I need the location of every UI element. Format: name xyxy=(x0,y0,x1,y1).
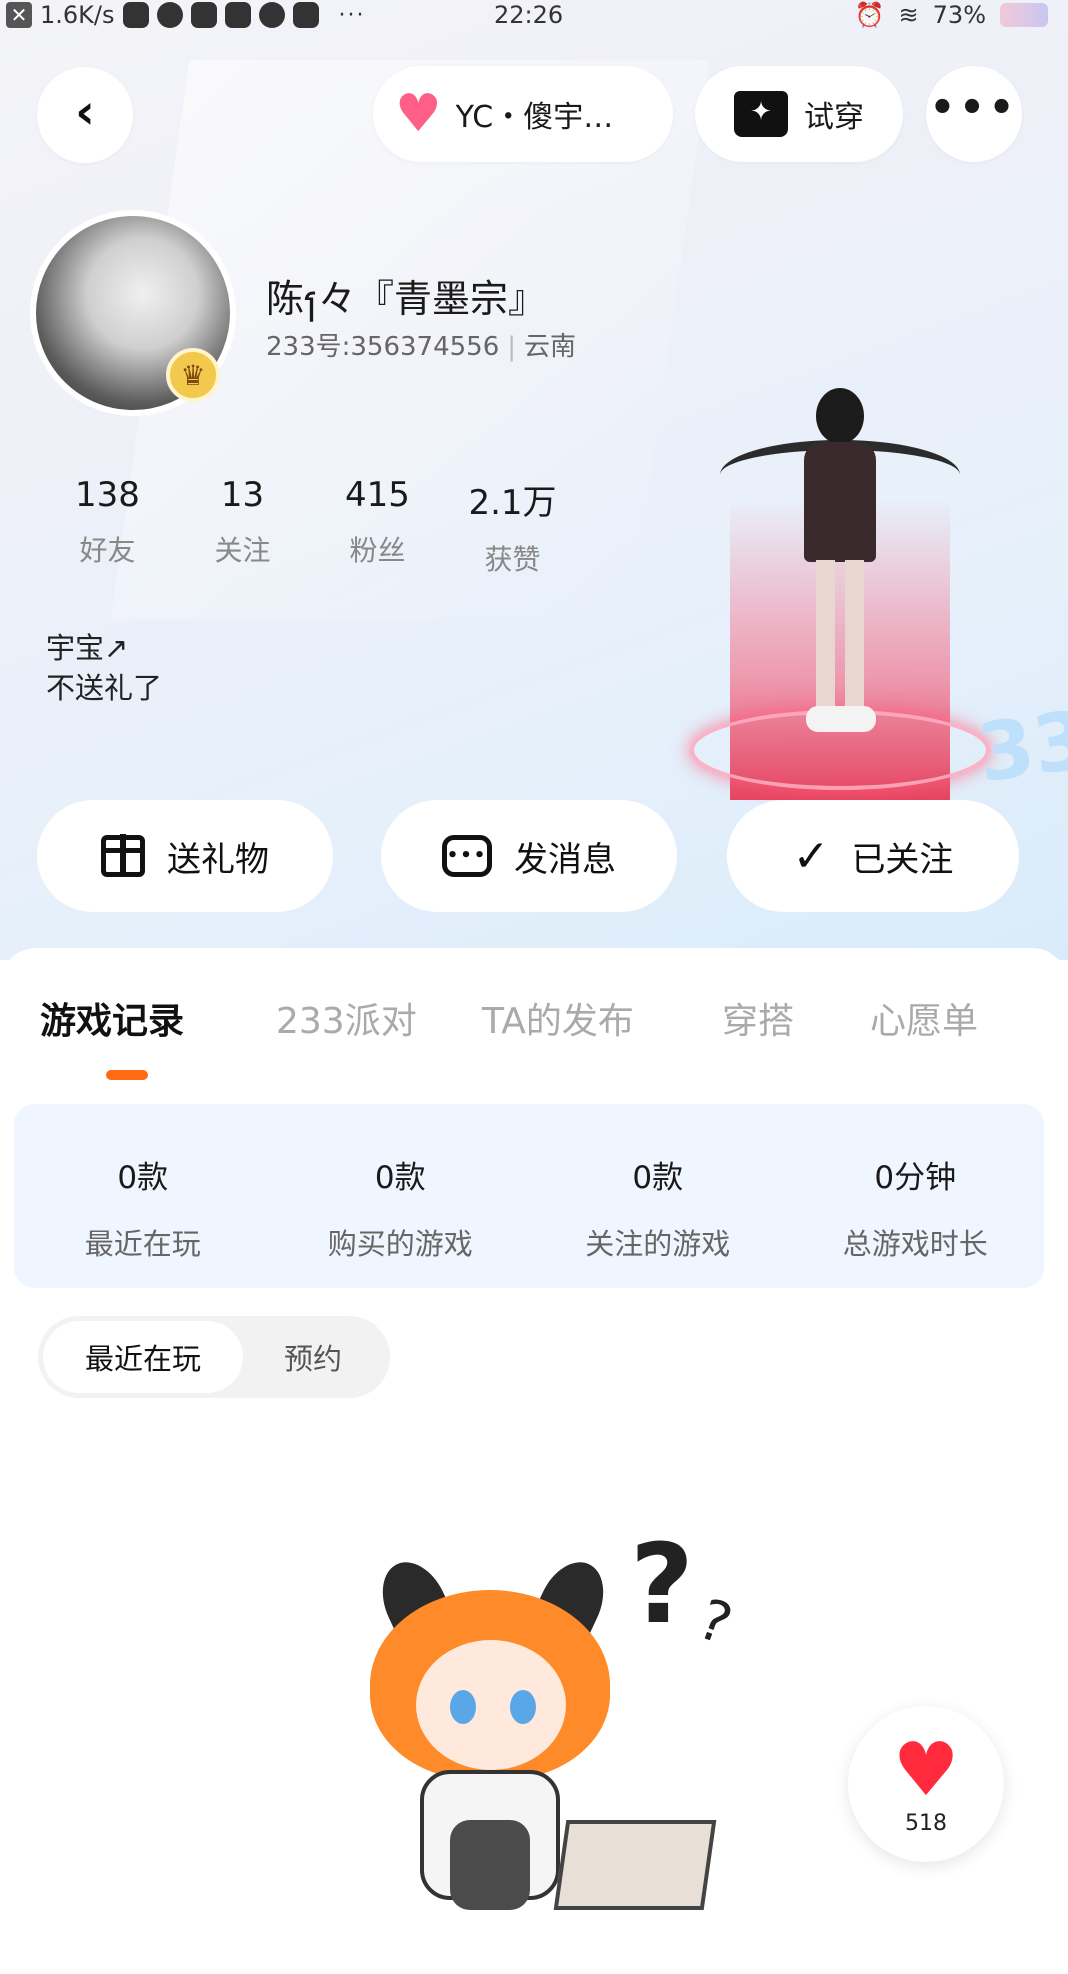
tab-outfits[interactable]: 穿搭 xyxy=(722,992,794,1044)
companion-label: YC・傻宇… xyxy=(455,100,614,135)
nickname: 陈ⳕ々『青墨宗』 xyxy=(266,277,547,321)
close-notification-icon: ✕ xyxy=(6,2,32,28)
stat-label: 获赞 xyxy=(484,543,541,576)
battery-percent: 73% xyxy=(932,1,986,29)
clock-time: 22:26 xyxy=(494,1,564,29)
shirt-icon xyxy=(734,91,788,137)
game-list-segmented-control: 最近在玩 预约 xyxy=(38,1316,390,1398)
summary-value: 0分钟 xyxy=(874,1160,957,1196)
stat-following[interactable]: 13 关注 xyxy=(175,475,310,578)
tab-wishlist[interactable]: 心愿单 xyxy=(870,992,978,1044)
tab-game-records[interactable]: 游戏记录 xyxy=(40,992,184,1044)
more-notifications-indicator: ··· xyxy=(338,2,366,28)
summary-label: 关注的游戏 xyxy=(585,1227,731,1261)
stat-value: 13 xyxy=(220,475,265,515)
gift-icon xyxy=(101,834,145,877)
status-bar: ✕ 1.6K/s ··· 22:26 ⏰ ≋ 73% xyxy=(0,0,1068,30)
tab-ta-posts[interactable]: TA的发布 xyxy=(482,992,634,1044)
summary-label: 购买的游戏 xyxy=(327,1227,473,1261)
send-message-label: 发消息 xyxy=(514,839,616,880)
region: 云南 xyxy=(524,332,577,362)
chat-bubble-icon: ••• xyxy=(442,835,492,877)
empty-state-illustration: ? ? xyxy=(350,1520,770,1920)
more-dots-icon: ••• xyxy=(929,85,1019,131)
segment-recent-playing[interactable]: 最近在玩 xyxy=(43,1321,243,1393)
user-id-line: 233号:356374556 | 云南 xyxy=(266,326,576,363)
character-shoes xyxy=(806,706,876,732)
active-tab-indicator xyxy=(106,1070,148,1080)
stat-likes[interactable]: 2.1万 获赞 xyxy=(445,475,580,578)
try-on-label: 试穿 xyxy=(804,100,864,135)
crown-badge-icon: ♛ xyxy=(166,348,220,402)
companion-pill[interactable]: ♥ YC・傻宇… xyxy=(373,66,673,162)
character-head xyxy=(816,388,864,444)
heart-icon: ♥ xyxy=(892,1726,960,1813)
heart-icon: ♥ xyxy=(395,84,442,144)
summary-purchased-games[interactable]: 0款 购买的游戏 xyxy=(272,1104,530,1288)
bio-line: 宇宝↗ xyxy=(46,631,129,665)
alarm-icon: ⏰ xyxy=(854,1,885,29)
empty-box xyxy=(553,1820,717,1910)
app-notification-icon xyxy=(190,2,217,28)
back-button[interactable]: ‹ xyxy=(37,67,133,163)
tab-bar: 游戏记录 233派对 TA的发布 穿搭 心愿单 xyxy=(0,992,1068,1052)
stat-label: 粉丝 xyxy=(349,534,406,567)
try-on-button[interactable]: 试穿 xyxy=(695,66,903,162)
mascot-eye xyxy=(450,1690,476,1724)
user-id: 233号:356374556 xyxy=(266,332,500,362)
stat-friends[interactable]: 138 好友 xyxy=(40,475,175,578)
stat-value: 2.1万 xyxy=(468,483,557,523)
check-icon: ✓ xyxy=(792,830,830,882)
back-chevron-icon: ‹ xyxy=(75,84,95,140)
stat-label: 好友 xyxy=(79,534,136,567)
stat-value: 415 xyxy=(345,475,410,515)
send-message-button[interactable]: ••• 发消息 xyxy=(381,800,677,912)
mascot-legs xyxy=(450,1820,530,1910)
network-speed: 1.6K/s xyxy=(40,1,115,29)
question-mark-decoration: ? xyxy=(630,1520,694,1648)
3d-avatar-character[interactable] xyxy=(690,380,990,800)
id-divider: | xyxy=(507,332,517,362)
clock-app-icon xyxy=(156,2,183,28)
summary-total-playtime[interactable]: 0分钟 总游戏时长 xyxy=(787,1104,1045,1288)
like-count: 518 xyxy=(905,1810,947,1836)
play-app-icon xyxy=(292,2,319,28)
summary-value: 0款 xyxy=(632,1160,684,1196)
mascot-eye xyxy=(510,1690,536,1724)
summary-recent-playing[interactable]: 0款 最近在玩 xyxy=(14,1104,272,1288)
stat-label: 关注 xyxy=(214,534,271,567)
summary-label: 最近在玩 xyxy=(84,1227,201,1261)
mascot-face xyxy=(416,1640,566,1770)
summary-value: 0款 xyxy=(117,1160,169,1196)
followed-button[interactable]: ✓ 已关注 xyxy=(727,800,1019,912)
bio-line: 不送礼了 xyxy=(46,671,163,705)
app-notification-icon xyxy=(258,2,285,28)
summary-followed-games[interactable]: 0款 关注的游戏 xyxy=(529,1104,787,1288)
app-notification-icon xyxy=(122,2,149,28)
stat-value: 138 xyxy=(75,475,140,515)
game-summary-card: 0款 最近在玩 0款 购买的游戏 0款 关注的游戏 0分钟 总游戏时长 xyxy=(14,1104,1044,1288)
summary-label: 总游戏时长 xyxy=(842,1227,988,1261)
summary-value: 0款 xyxy=(374,1160,426,1196)
send-gift-label: 送礼物 xyxy=(167,839,269,880)
character-legs xyxy=(816,560,864,710)
question-mark-decoration: ? xyxy=(689,1586,740,1659)
send-gift-button[interactable]: 送礼物 xyxy=(37,800,333,912)
bio: 宇宝↗ 不送礼了 xyxy=(46,628,162,708)
segment-reservations[interactable]: 预约 xyxy=(243,1321,383,1393)
video-app-icon xyxy=(224,2,251,28)
more-button[interactable]: ••• xyxy=(926,66,1022,162)
profile-stats: 138 好友 13 关注 415 粉丝 2.1万 获赞 xyxy=(40,475,580,578)
followed-label: 已关注 xyxy=(851,839,954,880)
stat-fans[interactable]: 415 粉丝 xyxy=(310,475,445,578)
233-logo-decoration: 33 xyxy=(972,692,1068,801)
tab-233-party[interactable]: 233派对 xyxy=(276,992,417,1044)
battery-icon xyxy=(1000,3,1048,27)
wifi-icon: ≋ xyxy=(898,1,919,29)
character-body xyxy=(804,442,876,562)
like-button[interactable]: ♥ 518 xyxy=(848,1706,1004,1862)
